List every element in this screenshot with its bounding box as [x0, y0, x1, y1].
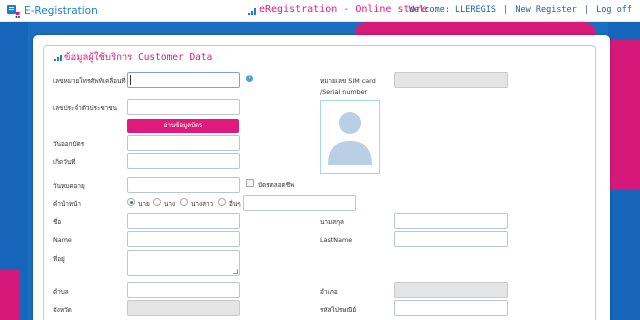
- lastname-en-label: LastName: [320, 236, 353, 244]
- new-register-link[interactable]: New Register: [515, 5, 576, 15]
- subdistrict-label: ตำบล: [53, 288, 69, 296]
- sim-label: หมายเลข SIM card: [320, 77, 376, 85]
- app-logo-text: E-Registration: [24, 5, 98, 17]
- firstname-th-label: ชื่อ: [53, 218, 62, 226]
- lastname-en-input[interactable]: [394, 231, 508, 247]
- issue-date-label: วันออกบัตร: [53, 140, 85, 148]
- logoff-link[interactable]: Log off: [596, 5, 632, 15]
- birth-date-label: เกิดวันที่: [53, 158, 76, 166]
- title-option-mrs: นาง: [164, 200, 176, 208]
- id-card-label: เลขประจำตัวประชาชน: [53, 104, 118, 112]
- lastname-th-input[interactable]: [394, 213, 508, 229]
- title-radio-miss[interactable]: [180, 198, 188, 206]
- photo-placeholder: [320, 100, 380, 174]
- signal-icon: [54, 55, 62, 61]
- lastname-th-label: นามสกุล: [320, 218, 344, 226]
- page-title: eRegistration - Online store: [259, 4, 428, 15]
- district-input[interactable]: [394, 282, 508, 298]
- name-en-input[interactable]: [127, 231, 240, 247]
- separator: |: [583, 5, 590, 15]
- postcode-input[interactable]: [394, 300, 508, 316]
- id-card-input[interactable]: [127, 99, 240, 115]
- subdistrict-input[interactable]: [127, 282, 240, 298]
- sim-input[interactable]: [394, 72, 508, 88]
- separator: |: [503, 5, 509, 15]
- signal-icon: [248, 8, 256, 15]
- phone-label: เลขหมายโทรศัพท์เคลื่อนที่: [53, 77, 126, 85]
- firstname-th-input[interactable]: [127, 213, 240, 229]
- welcome-text: Welcome: LLEREGIS: [409, 5, 496, 15]
- province-label: จังหวัด: [53, 306, 72, 314]
- address-label: ที่อยู่: [53, 255, 65, 263]
- title-option-miss: นางสาว: [191, 200, 214, 208]
- province-input[interactable]: [127, 300, 240, 316]
- background-decoration: [0, 270, 20, 320]
- expiry-date-input[interactable]: [127, 177, 240, 193]
- background-decoration: [610, 40, 640, 190]
- lifetime-card-checkbox[interactable]: [246, 179, 254, 187]
- cart-logo-icon: [7, 5, 20, 18]
- customer-data-section: [43, 45, 596, 320]
- title-radio-other[interactable]: [218, 198, 226, 206]
- issue-date-input[interactable]: [127, 135, 240, 151]
- title-option-other: อื่นๆ: [229, 200, 241, 208]
- lifetime-card-label: บัตรตลอดชีพ: [258, 181, 295, 189]
- phone-input[interactable]: [127, 72, 240, 88]
- expiry-date-label: วันหมดอายุ: [53, 182, 85, 190]
- birth-date-input[interactable]: [127, 153, 240, 169]
- postcode-label: รหัสไปรษณีย์: [320, 306, 357, 314]
- title-radio-mrs[interactable]: [153, 198, 161, 206]
- title-radio-mr[interactable]: [127, 198, 135, 206]
- help-icon[interactable]: ?: [246, 75, 253, 82]
- sim-label-serial: /Serial number: [320, 88, 368, 96]
- title-option-mr: นาย: [138, 200, 150, 208]
- name-en-label: Name: [53, 236, 72, 244]
- section-title: ข้อมูลผู้ใช้บริการ Customer Data: [64, 52, 213, 63]
- district-label: อำเภอ: [320, 288, 338, 296]
- title-prefix-label: คำนำหน้า: [53, 200, 81, 208]
- person-icon: [328, 112, 372, 165]
- top-header-bar: E-Registration eRegistration - Online st…: [0, 0, 640, 22]
- address-textarea[interactable]: [127, 250, 240, 276]
- title-other-input[interactable]: [243, 195, 356, 211]
- user-links: Welcome: LLEREGIS | New Register | Log o…: [407, 5, 632, 15]
- read-card-button[interactable]: อ่านข้อมูลบัตร: [127, 119, 239, 133]
